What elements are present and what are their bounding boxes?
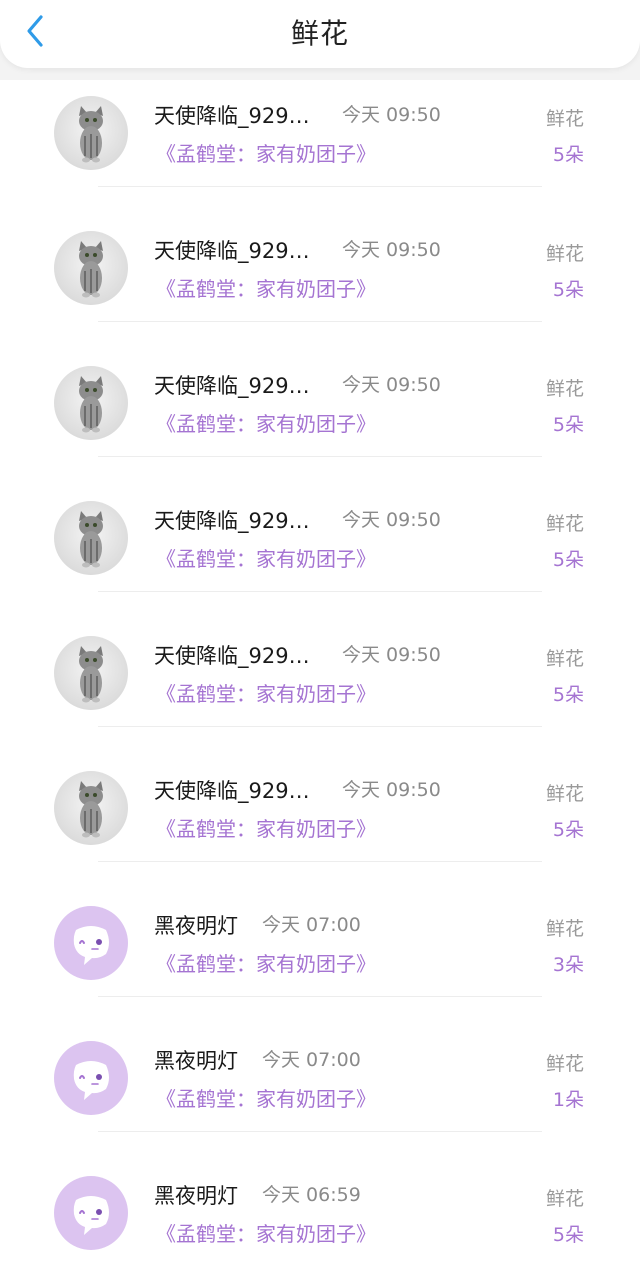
cat-avatar[interactable] bbox=[54, 636, 128, 710]
chat-bubble-avatar[interactable] bbox=[54, 1041, 128, 1115]
gift-type: 鲜花 bbox=[545, 108, 584, 130]
chat-bubble-avatar[interactable] bbox=[54, 1176, 128, 1250]
sender-name: 天使降临_929… bbox=[154, 374, 310, 398]
timestamp: 今天 07:00 bbox=[262, 1049, 361, 1071]
work-title[interactable]: 《孟鹤堂：家有奶团子》 bbox=[156, 813, 376, 842]
gift-list: 天使降临_929… 今天 09:50 《孟鹤堂：家有奶团子》 鲜花 5朵 天使降… bbox=[0, 80, 640, 1263]
top-bar: 鲜花 bbox=[0, 0, 640, 68]
cat-avatar[interactable] bbox=[54, 96, 128, 170]
gift-count: 5朵 bbox=[552, 1224, 584, 1246]
sender-name: 黑夜明灯 bbox=[154, 1049, 238, 1073]
gift-count: 5朵 bbox=[552, 549, 584, 571]
work-title[interactable]: 《孟鹤堂：家有奶团子》 bbox=[156, 138, 376, 167]
list-item[interactable]: 天使降临_929… 今天 09:50 《孟鹤堂：家有奶团子》 鲜花 5朵 bbox=[0, 350, 640, 485]
list-item[interactable]: 黑夜明灯 今天 06:59 《孟鹤堂：家有奶团子》 鲜花 5朵 bbox=[0, 1160, 640, 1263]
list-item[interactable]: 黑夜明灯 今天 07:00 《孟鹤堂：家有奶团子》 鲜花 3朵 bbox=[0, 890, 640, 1025]
divider bbox=[98, 996, 542, 997]
divider bbox=[98, 591, 542, 592]
gift-type: 鲜花 bbox=[545, 1188, 584, 1210]
timestamp: 今天 09:50 bbox=[342, 104, 441, 126]
gift-count: 5朵 bbox=[552, 414, 584, 436]
sender-name: 天使降临_929… bbox=[154, 104, 310, 128]
work-title[interactable]: 《孟鹤堂：家有奶团子》 bbox=[156, 273, 376, 302]
list-item[interactable]: 黑夜明灯 今天 07:00 《孟鹤堂：家有奶团子》 鲜花 1朵 bbox=[0, 1025, 640, 1160]
cat-avatar[interactable] bbox=[54, 231, 128, 305]
divider bbox=[98, 456, 542, 457]
list-item[interactable]: 天使降临_929… 今天 09:50 《孟鹤堂：家有奶团子》 鲜花 5朵 bbox=[0, 80, 640, 215]
timestamp: 今天 07:00 bbox=[262, 914, 361, 936]
gift-type: 鲜花 bbox=[545, 243, 584, 265]
gift-type: 鲜花 bbox=[545, 378, 584, 400]
divider bbox=[98, 321, 542, 322]
list-item[interactable]: 天使降临_929… 今天 09:50 《孟鹤堂：家有奶团子》 鲜花 5朵 bbox=[0, 215, 640, 350]
sender-name: 黑夜明灯 bbox=[154, 1184, 238, 1208]
sender-name: 天使降临_929… bbox=[154, 239, 310, 263]
work-title[interactable]: 《孟鹤堂：家有奶团子》 bbox=[156, 408, 376, 437]
work-title[interactable]: 《孟鹤堂：家有奶团子》 bbox=[156, 948, 376, 977]
chat-bubble-avatar[interactable] bbox=[54, 906, 128, 980]
sender-name: 天使降临_929… bbox=[154, 509, 310, 533]
gift-type: 鲜花 bbox=[545, 1053, 584, 1075]
divider bbox=[98, 1131, 542, 1132]
page-title: 鲜花 bbox=[290, 17, 349, 50]
gift-count: 5朵 bbox=[552, 144, 584, 166]
gift-type: 鲜花 bbox=[545, 918, 584, 940]
work-title[interactable]: 《孟鹤堂：家有奶团子》 bbox=[156, 1083, 376, 1112]
gift-count: 3朵 bbox=[552, 954, 584, 976]
timestamp: 今天 09:50 bbox=[342, 239, 441, 261]
timestamp: 今天 09:50 bbox=[342, 509, 441, 531]
work-title[interactable]: 《孟鹤堂：家有奶团子》 bbox=[156, 543, 376, 572]
cat-avatar[interactable] bbox=[54, 771, 128, 845]
gift-count: 5朵 bbox=[552, 819, 584, 841]
list-item[interactable]: 天使降临_929… 今天 09:50 《孟鹤堂：家有奶团子》 鲜花 5朵 bbox=[0, 755, 640, 890]
timestamp: 今天 06:59 bbox=[262, 1184, 361, 1206]
sender-name: 黑夜明灯 bbox=[154, 914, 238, 938]
gift-count: 1朵 bbox=[552, 1089, 584, 1111]
sender-name: 天使降临_929… bbox=[154, 644, 310, 668]
timestamp: 今天 09:50 bbox=[342, 644, 441, 666]
list-item[interactable]: 天使降临_929… 今天 09:50 《孟鹤堂：家有奶团子》 鲜花 5朵 bbox=[0, 620, 640, 755]
gift-count: 5朵 bbox=[552, 684, 584, 706]
divider bbox=[98, 186, 542, 187]
gift-type: 鲜花 bbox=[545, 783, 584, 805]
cat-avatar[interactable] bbox=[54, 366, 128, 440]
timestamp: 今天 09:50 bbox=[342, 779, 441, 801]
timestamp: 今天 09:50 bbox=[342, 374, 441, 396]
sender-name: 天使降临_929… bbox=[154, 779, 310, 803]
list-item[interactable]: 天使降临_929… 今天 09:50 《孟鹤堂：家有奶团子》 鲜花 5朵 bbox=[0, 485, 640, 620]
gift-type: 鲜花 bbox=[545, 648, 584, 670]
cat-avatar[interactable] bbox=[54, 501, 128, 575]
work-title[interactable]: 《孟鹤堂：家有奶团子》 bbox=[156, 678, 376, 707]
work-title[interactable]: 《孟鹤堂：家有奶团子》 bbox=[156, 1218, 376, 1247]
gift-count: 5朵 bbox=[552, 279, 584, 301]
divider bbox=[98, 726, 542, 727]
divider bbox=[98, 861, 542, 862]
gift-type: 鲜花 bbox=[545, 513, 584, 535]
